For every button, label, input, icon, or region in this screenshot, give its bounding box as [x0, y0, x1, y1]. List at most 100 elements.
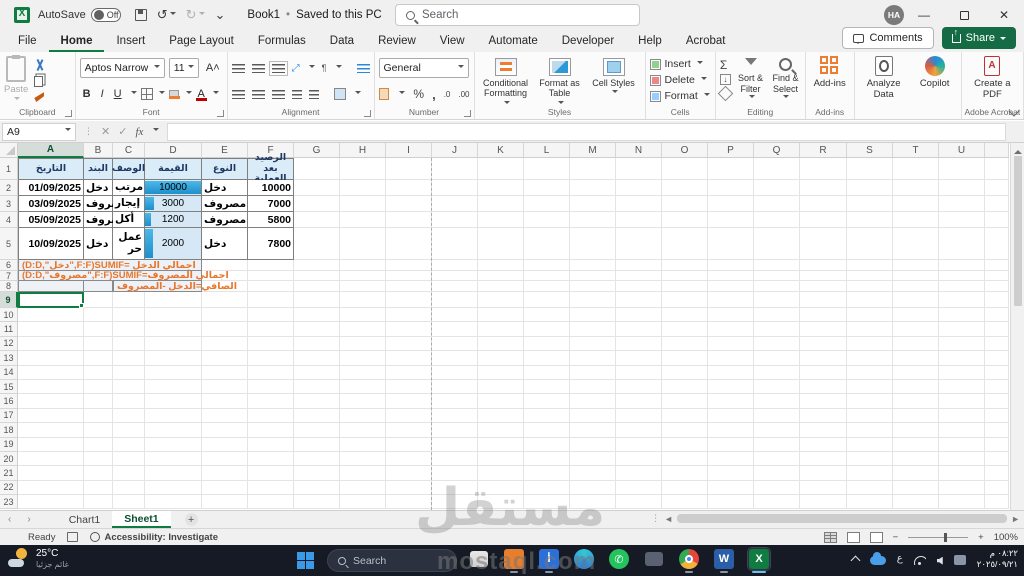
horizontal-scroll-thumb[interactable]	[677, 514, 1007, 523]
cell-V18[interactable]	[985, 423, 1009, 437]
cell-G5[interactable]	[294, 228, 340, 260]
cell-E16[interactable]	[202, 394, 248, 408]
cell-T10[interactable]	[893, 308, 939, 322]
cell-R7[interactable]	[800, 271, 847, 281]
autosave-switch[interactable]: Off	[91, 8, 121, 22]
cell-D12[interactable]	[145, 337, 202, 351]
row-header-9[interactable]: 9	[0, 292, 18, 308]
cell-P16[interactable]	[708, 394, 754, 408]
cell-G22[interactable]	[294, 481, 340, 495]
enter-icon[interactable]: ✓	[118, 125, 127, 138]
cell-K4[interactable]	[478, 212, 524, 228]
cell-D17[interactable]	[145, 409, 202, 423]
cell-U22[interactable]	[939, 481, 985, 495]
cell-N12[interactable]	[616, 337, 662, 351]
cell-J7[interactable]	[432, 271, 478, 281]
cell-B21[interactable]	[84, 466, 113, 480]
sheet-tab-chart1[interactable]: Chart1	[57, 511, 113, 528]
taskbar-search[interactable]: Search	[327, 549, 457, 572]
cell-K13[interactable]	[478, 351, 524, 365]
cell-Q19[interactable]	[754, 438, 800, 452]
insert-function-icon[interactable]: fx	[135, 126, 143, 138]
table-cell-balance-0[interactable]: 10000	[248, 180, 294, 196]
zoom-slider[interactable]	[908, 537, 968, 538]
cell-C23[interactable]	[113, 495, 145, 509]
cell-B17[interactable]	[84, 409, 113, 423]
cell-E12[interactable]	[202, 337, 248, 351]
table-cell-desc-3[interactable]: عمل حر	[113, 228, 145, 260]
cell-I13[interactable]	[386, 351, 432, 365]
cell-C14[interactable]	[113, 366, 145, 380]
excel-taskbar-icon[interactable]: X	[748, 548, 770, 570]
cell-A18[interactable]	[18, 423, 84, 437]
row-header-17[interactable]: 17	[0, 409, 18, 423]
cell-G12[interactable]	[294, 337, 340, 351]
cell-O18[interactable]	[662, 423, 708, 437]
cell-K9[interactable]	[478, 292, 524, 308]
cell-J21[interactable]	[432, 466, 478, 480]
sheet-grid[interactable]: ABCDEFGHIJKLMNOPQRSTU1234567891011121314…	[0, 143, 1009, 509]
cell-U16[interactable]	[939, 394, 985, 408]
cell-R17[interactable]	[800, 409, 847, 423]
cell-T4[interactable]	[893, 212, 939, 228]
cell-D15[interactable]	[145, 380, 202, 394]
ribbon-tab-page-layout[interactable]: Page Layout	[157, 32, 246, 52]
cell-U6[interactable]	[939, 260, 985, 271]
cell-S16[interactable]	[847, 394, 893, 408]
cell-M10[interactable]	[570, 308, 616, 322]
cell-C20[interactable]	[113, 452, 145, 466]
ribbon-tab-file[interactable]: File	[6, 32, 49, 52]
cell-K8[interactable]	[478, 281, 524, 292]
cell-M20[interactable]	[570, 452, 616, 466]
cell-J17[interactable]	[432, 409, 478, 423]
page-break-view-icon[interactable]	[870, 532, 883, 543]
cell-G8[interactable]	[294, 281, 340, 292]
volume-icon[interactable]	[937, 557, 943, 565]
cell-V14[interactable]	[985, 366, 1009, 380]
hidden-app-icon[interactable]	[643, 548, 665, 570]
language-indicator[interactable]: ع	[897, 553, 903, 564]
cell-Q23[interactable]	[754, 495, 800, 509]
cell-H2[interactable]	[340, 180, 386, 196]
table-cell-desc-1[interactable]: إيجار	[113, 196, 145, 212]
cell-A16[interactable]	[18, 394, 84, 408]
cell-L4[interactable]	[524, 212, 570, 228]
cell-P13[interactable]	[708, 351, 754, 365]
cell-I19[interactable]	[386, 438, 432, 452]
new-sheet-button[interactable]: +	[185, 513, 198, 526]
cell-O11[interactable]	[662, 322, 708, 336]
cell-U3[interactable]	[939, 196, 985, 212]
cell-N15[interactable]	[616, 380, 662, 394]
cell-B16[interactable]	[84, 394, 113, 408]
cell-R6[interactable]	[800, 260, 847, 271]
table-header-2[interactable]: الوصف	[113, 158, 145, 180]
row-header-14[interactable]: 14	[0, 366, 18, 380]
cell-P21[interactable]	[708, 466, 754, 480]
comments-button[interactable]: Comments	[842, 27, 933, 49]
cell-S12[interactable]	[847, 337, 893, 351]
cell-Q8[interactable]	[754, 281, 800, 292]
cell-S2[interactable]	[847, 180, 893, 196]
cell-K15[interactable]	[478, 380, 524, 394]
cell-V2[interactable]	[985, 180, 1009, 196]
delete-cells-button[interactable]: Delete	[650, 72, 711, 88]
cell-R11[interactable]	[800, 322, 847, 336]
cell-U8[interactable]	[939, 281, 985, 292]
align-center-icon[interactable]	[252, 90, 265, 99]
cell-L22[interactable]	[524, 481, 570, 495]
scroll-right-icon[interactable]: ►	[1011, 514, 1020, 524]
column-header-A[interactable]: A	[18, 143, 84, 158]
cell-J16[interactable]	[432, 394, 478, 408]
cell-Q16[interactable]	[754, 394, 800, 408]
cell-A21[interactable]	[18, 466, 84, 480]
cell-M5[interactable]	[570, 228, 616, 260]
row-header-12[interactable]: 12	[0, 337, 18, 351]
cell-M8[interactable]	[570, 281, 616, 292]
maximize-button[interactable]	[944, 0, 984, 30]
cell-T7[interactable]	[893, 271, 939, 281]
cell-H15[interactable]	[340, 380, 386, 394]
cell-M12[interactable]	[570, 337, 616, 351]
cell-H8[interactable]	[340, 281, 386, 292]
cell-I12[interactable]	[386, 337, 432, 351]
cell-T12[interactable]	[893, 337, 939, 351]
